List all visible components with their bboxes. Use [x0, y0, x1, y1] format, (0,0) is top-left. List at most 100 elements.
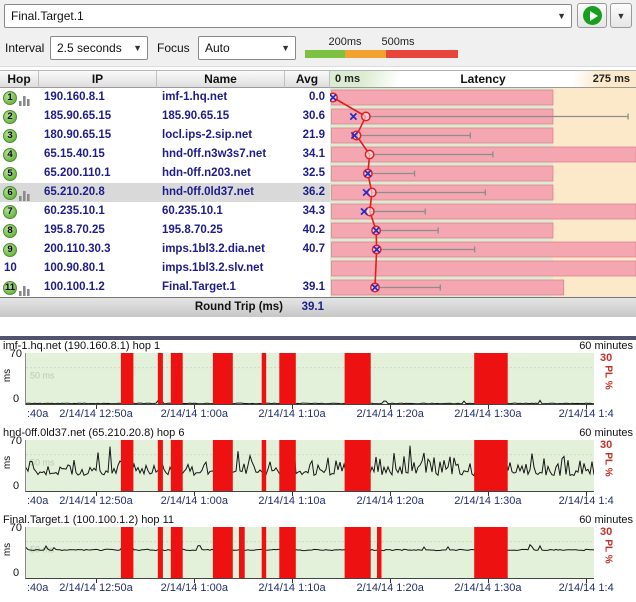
column-header-avg[interactable]: Avg	[285, 70, 330, 88]
hop-number-badge: 8	[3, 224, 17, 238]
x-axis-label: :40a	[27, 582, 48, 594]
round-trip-row: Round Trip (ms) 39.1	[0, 297, 636, 317]
latency-graph-header: 0 ms Latency 275 ms	[330, 70, 636, 88]
chevron-down-icon[interactable]: ▼	[281, 43, 290, 53]
x-axis-label: 2/14/14 1:00a	[161, 582, 228, 594]
legend-red-segment	[386, 50, 458, 58]
timeline-plot[interactable]: 50 ms	[25, 527, 594, 579]
focus-select[interactable]: Auto ▼	[198, 36, 296, 60]
hop-avg: 40.7	[285, 243, 325, 255]
x-axis-label: 2/14/14 1:4	[559, 495, 614, 507]
toolbar: Final.Target.1 ▼ ▼ Interval 2.5 seconds …	[0, 0, 636, 67]
pl-axis-label: PL %	[603, 452, 614, 476]
timeline-duration: 60 minutes	[579, 514, 633, 526]
x-axis-label: 2/14/14 1:00a	[161, 495, 228, 507]
hop-number-badge: 2	[3, 110, 17, 124]
hop-number-badge: 4	[3, 148, 17, 162]
hop-ip: 65.210.20.8	[44, 186, 105, 198]
hop-ip: 195.8.70.25	[44, 224, 105, 236]
column-header-name[interactable]: Name	[157, 70, 285, 88]
x-axis-label: 2/14/14 1:10a	[258, 408, 325, 420]
chevron-down-icon[interactable]: ▼	[133, 43, 142, 53]
hop-row-4[interactable]: 465.15.40.15hnd-0ff.n3w3s7.net34.1	[0, 145, 330, 164]
x-axis-label: 2/14/14 1:30a	[454, 495, 521, 507]
pl-axis-max: 30	[600, 526, 612, 538]
hop-name: imps.1bl3.2.dia.net	[162, 243, 265, 255]
hop-avg: 30.6	[285, 110, 325, 122]
trace-options-dropdown-button[interactable]: ▼	[610, 3, 632, 28]
pl-axis-label: PL %	[603, 539, 614, 563]
y-axis-unit: ms	[2, 543, 13, 556]
x-axis-label: 2/14/14 1:00a	[161, 408, 228, 420]
column-header-ip[interactable]: IP	[39, 70, 157, 88]
hop-latency-graph[interactable]	[330, 88, 636, 297]
latency-title: Latency	[330, 72, 636, 86]
pl-axis-max: 30	[600, 352, 612, 364]
timeline-x-axis: :40a 2/14/14 12:50a 2/14/14 1:00a 2/14/14 1…	[0, 579, 632, 597]
y-axis-max: 70	[10, 435, 22, 447]
hop-name: Final.Target.1	[162, 281, 236, 293]
x-axis-label: 2/14/14 12:50a	[59, 408, 132, 420]
target-select[interactable]: Final.Target.1 ▼	[4, 4, 572, 28]
hop-row-5[interactable]: 565.200.110.1hdn-0ff.n203.net32.5	[0, 164, 330, 183]
timeline-graph-hop-11: Final.Target.1 (100.100.1.2) hop 1160 mi…	[0, 514, 636, 601]
hop-number-badge: 5	[3, 167, 17, 181]
hop-row-9[interactable]: 9200.110.30.3imps.1bl3.2.dia.net40.7	[0, 240, 330, 259]
hop-row-10[interactable]: 10100.90.80.1imps.1bl3.2.slv.net	[0, 259, 330, 278]
legend-200ms-label: 200ms	[328, 36, 361, 48]
x-axis-label: 2/14/14 1:10a	[258, 582, 325, 594]
round-trip-label: Round Trip (ms)	[195, 301, 283, 313]
svg-text:50 ms: 50 ms	[30, 371, 55, 381]
x-axis-label: 2/14/14 1:20a	[357, 495, 424, 507]
x-axis-label: 2/14/14 1:10a	[258, 495, 325, 507]
hop-name: 185.90.65.15	[162, 110, 229, 122]
x-axis-label: :40a	[27, 495, 48, 507]
hop-ip: 65.15.40.15	[44, 148, 105, 160]
y-axis-min: 0	[13, 567, 19, 579]
interval-select[interactable]: 2.5 seconds ▼	[50, 36, 148, 60]
x-axis-label: 2/14/14 1:30a	[454, 408, 521, 420]
hop-ip: 100.100.1.2	[44, 281, 105, 293]
timeline-duration: 60 minutes	[579, 427, 633, 439]
timeline-title: imf-1.hq.net (190.160.8.1) hop 1	[3, 340, 160, 352]
pl-axis-max: 30	[600, 439, 612, 451]
x-axis-label: 2/14/14 12:50a	[59, 582, 132, 594]
hop-number-badge: 3	[3, 129, 17, 143]
hop-row-3[interactable]: 3180.90.65.15locl.ips-2.sip.net21.9	[0, 126, 330, 145]
hop-row-7[interactable]: 760.235.10.160.235.10.134.3	[0, 202, 330, 221]
hop-number-badge: 7	[3, 205, 17, 219]
hop-row-2[interactable]: 2185.90.65.15185.90.65.1530.6	[0, 107, 330, 126]
hop-name: hnd-0ff.0ld37.net	[162, 186, 254, 198]
timeline-plot[interactable]: 50 ms	[25, 353, 594, 405]
x-axis-label: 2/14/14 1:30a	[454, 582, 521, 594]
interval-select-value: 2.5 seconds	[57, 41, 122, 55]
timeline-plot[interactable]: 50 ms	[25, 440, 594, 492]
hop-row-6[interactable]: 665.210.20.8hnd-0ff.0ld37.net36.2	[0, 183, 330, 202]
x-axis-label: :40a	[27, 408, 48, 420]
hop-row-8[interactable]: 8195.8.70.25195.8.70.2540.2	[0, 221, 330, 240]
hop-ip: 180.90.65.15	[44, 129, 111, 141]
start-trace-button[interactable]	[577, 3, 607, 28]
svg-text:50 ms: 50 ms	[30, 458, 55, 468]
timeline-duration: 60 minutes	[579, 340, 633, 352]
timeline-x-axis: :40a 2/14/14 12:50a 2/14/14 1:00a 2/14/14 1…	[0, 405, 632, 423]
hop-avg: 0.0	[285, 91, 325, 103]
hop-name: imps.1bl3.2.slv.net	[162, 262, 263, 274]
hop-row-1[interactable]: 1190.160.8.1imf-1.hq.net0.0	[0, 88, 330, 107]
x-axis-label: 2/14/14 1:20a	[357, 582, 424, 594]
hop-name: hdn-0ff.n203.net	[162, 167, 251, 179]
hop-avg: 39.1	[285, 281, 325, 293]
timeline-title: hnd-0ff.0ld37.net (65.210.20.8) hop 6	[3, 427, 184, 439]
hop-number-badge: 9	[3, 243, 17, 257]
column-header-hop[interactable]: Hop	[0, 70, 39, 88]
y-axis-min: 0	[13, 480, 19, 492]
hop-number-badge: 1	[3, 91, 17, 105]
y-axis-unit: ms	[2, 369, 13, 382]
y-axis-max: 70	[10, 522, 22, 534]
x-axis-label: 2/14/14 1:20a	[357, 408, 424, 420]
hop-avg: 40.2	[285, 224, 325, 236]
x-axis-label: 2/14/14 1:4	[559, 408, 614, 420]
chevron-down-icon[interactable]: ▼	[557, 11, 566, 21]
hop-row-11[interactable]: 11100.100.1.2Final.Target.139.1	[0, 278, 330, 297]
x-axis-label: 2/14/14 1:4	[559, 582, 614, 594]
